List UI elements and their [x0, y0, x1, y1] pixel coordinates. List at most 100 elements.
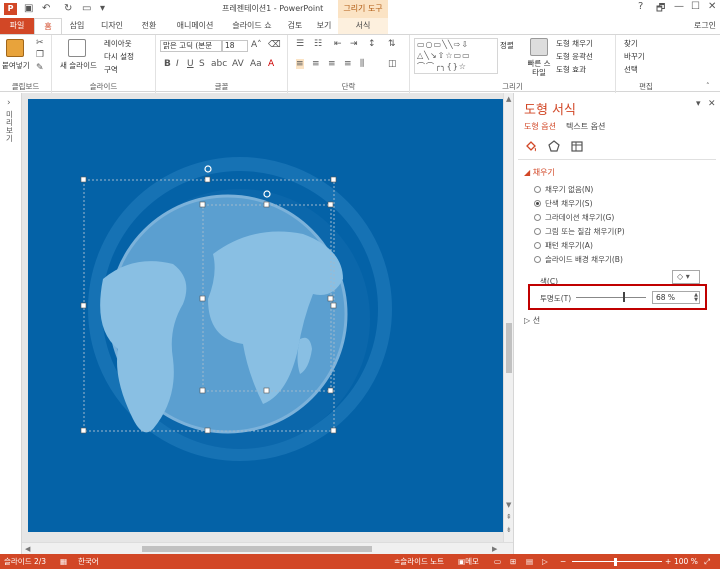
new-slide-button[interactable]: 새 슬라이드: [60, 60, 97, 71]
maximize-icon[interactable]: ☐: [691, 1, 700, 12]
bullets-icon[interactable]: ☰: [296, 39, 304, 49]
slide-sorter-icon[interactable]: ⊞: [510, 554, 516, 569]
align-left-icon[interactable]: ≡: [296, 59, 304, 69]
tab-insert[interactable]: 삽입: [62, 18, 92, 34]
grow-font-icon[interactable]: A˄: [251, 40, 262, 50]
pane-options-icon[interactable]: ▾: [696, 99, 701, 109]
tab-shape-options[interactable]: 도형 옵션: [524, 121, 556, 132]
copy-icon[interactable]: ❐: [36, 50, 44, 60]
spacing-icon[interactable]: AV: [232, 59, 244, 69]
font-size-box[interactable]: 18: [222, 40, 248, 52]
radio-solid-fill[interactable]: 단색 채우기(S): [534, 198, 593, 209]
tab-text-options[interactable]: 텍스트 옵션: [566, 121, 605, 132]
zoom-slider-thumb[interactable]: [614, 558, 617, 566]
arrange-button[interactable]: 정렬: [500, 40, 514, 51]
redo-icon[interactable]: ↻: [64, 2, 72, 16]
tab-home[interactable]: 홈: [34, 18, 62, 34]
zoom-level[interactable]: 100 %: [674, 554, 698, 569]
tab-design[interactable]: 디자인: [92, 18, 132, 34]
select-button[interactable]: 선택: [624, 64, 638, 75]
radio-button[interactable]: [534, 242, 541, 249]
quick-styles-button[interactable]: 빠른 스타일: [526, 59, 552, 77]
new-slide-icon[interactable]: [68, 39, 86, 57]
italic-icon[interactable]: I: [176, 59, 179, 69]
horizontal-scroll-thumb[interactable]: [142, 546, 372, 552]
notes-button[interactable]: ≐ 슬라이드 노트: [394, 554, 444, 569]
radio-button[interactable]: [534, 186, 541, 193]
spellcheck-icon[interactable]: ▦: [60, 554, 67, 569]
fit-slide-icon[interactable]: ⤢: [704, 554, 710, 569]
smartart-icon[interactable]: ◫: [388, 59, 397, 69]
tab-slideshow[interactable]: 슬라이드 쇼: [224, 18, 280, 34]
numbering-icon[interactable]: ☷: [314, 39, 322, 49]
save-icon[interactable]: ▣: [24, 2, 33, 16]
scroll-up-icon[interactable]: ▲: [506, 95, 511, 103]
find-button[interactable]: 찾기: [624, 38, 638, 49]
strikethrough-icon[interactable]: abc: [211, 59, 227, 69]
radio-background-fill[interactable]: 슬라이드 배경 채우기(B): [534, 254, 623, 265]
scroll-right-icon[interactable]: ▶: [492, 545, 497, 553]
radio-picture-fill[interactable]: 그림 또는 질감 채우기(P): [534, 226, 625, 237]
zoom-out-icon[interactable]: −: [560, 554, 566, 569]
shapes-gallery[interactable]: ▭○▭╲╲⇨⇩ △╲↘⇧☆▭▭ ⌒⌒╭╮{}☆: [414, 38, 498, 74]
size-properties-icon[interactable]: [570, 139, 584, 153]
start-slideshow-icon[interactable]: ▭: [82, 2, 91, 16]
slide[interactable]: [28, 99, 503, 532]
quick-styles-icon[interactable]: [530, 38, 548, 56]
transparency-slider[interactable]: [576, 297, 646, 298]
transparency-slider-thumb[interactable]: [622, 292, 625, 302]
tab-animations[interactable]: 애니메이션: [166, 18, 224, 34]
columns-icon[interactable]: ⫼: [360, 59, 364, 69]
language-indicator[interactable]: 한국어: [78, 554, 99, 569]
format-painter-icon[interactable]: ✎: [36, 63, 44, 73]
underline-icon[interactable]: U: [187, 59, 194, 69]
radio-pattern-fill[interactable]: 패턴 채우기(A): [534, 240, 593, 251]
radio-no-fill[interactable]: 채우기 없음(N): [534, 184, 593, 195]
radio-button[interactable]: [534, 214, 541, 221]
minimize-icon[interactable]: —: [674, 1, 684, 12]
radio-button[interactable]: [534, 256, 541, 263]
font-name-box[interactable]: 맑은 고딕 (본문: [160, 40, 222, 52]
paste-icon[interactable]: [6, 39, 24, 57]
slideshow-view-icon[interactable]: ▷: [542, 554, 548, 569]
shape-outline-button[interactable]: 도형 윤곽선: [556, 51, 593, 62]
radio-button[interactable]: [534, 228, 541, 235]
reset-button[interactable]: 다시 설정: [104, 51, 134, 62]
tab-transitions[interactable]: 전환: [132, 18, 166, 34]
replace-button[interactable]: 바꾸기: [624, 51, 645, 62]
align-right-icon[interactable]: ≡: [328, 59, 336, 69]
text-direction-icon[interactable]: ⇅: [388, 39, 396, 49]
ribbon-display-icon[interactable]: 🗗: [656, 1, 665, 18]
vertical-scrollbar[interactable]: ▲ ▼ ⇞ ⇟: [503, 93, 513, 542]
layout-button[interactable]: 레이아웃: [104, 38, 132, 49]
reading-view-icon[interactable]: ▤: [526, 554, 533, 569]
expand-thumbnails-icon[interactable]: ›: [7, 98, 11, 108]
paste-button[interactable]: 붙여넣기: [2, 60, 30, 71]
effects-icon[interactable]: [547, 139, 561, 153]
shape-fill-button[interactable]: 도형 채우기: [556, 38, 593, 49]
bold-icon[interactable]: B: [164, 59, 171, 69]
fill-line-icon[interactable]: [524, 139, 538, 153]
fill-section-header[interactable]: ◢ 채우기: [524, 167, 555, 178]
normal-view-icon[interactable]: ▭: [494, 554, 501, 569]
tab-review[interactable]: 검토: [280, 18, 310, 34]
customize-quick-access-icon[interactable]: ▾: [100, 2, 105, 16]
radio-button[interactable]: [534, 200, 541, 207]
collapse-ribbon-icon[interactable]: ˄: [706, 81, 710, 91]
font-color-icon[interactable]: A: [268, 59, 274, 69]
clear-format-icon[interactable]: ⌫: [268, 40, 281, 50]
cut-icon[interactable]: ✂: [36, 38, 44, 48]
scroll-down-icon[interactable]: ▼: [506, 501, 511, 509]
zoom-slider[interactable]: [572, 561, 662, 562]
pane-close-icon[interactable]: ✕: [708, 99, 716, 109]
case-icon[interactable]: Aa: [250, 59, 262, 69]
shadow-icon[interactable]: S: [199, 59, 205, 69]
decrease-indent-icon[interactable]: ⇤: [334, 39, 342, 49]
transparency-spinner[interactable]: 68 % ▲ ▼: [652, 291, 700, 304]
align-center-icon[interactable]: ≡: [312, 59, 320, 69]
color-picker-button[interactable]: ◇ ▾: [672, 270, 700, 284]
comments-button[interactable]: ▣ 메모: [458, 554, 479, 569]
undo-icon[interactable]: ↶: [42, 2, 50, 16]
horizontal-scrollbar[interactable]: ◀ ▶: [22, 542, 513, 554]
tab-view[interactable]: 보기: [310, 18, 338, 34]
